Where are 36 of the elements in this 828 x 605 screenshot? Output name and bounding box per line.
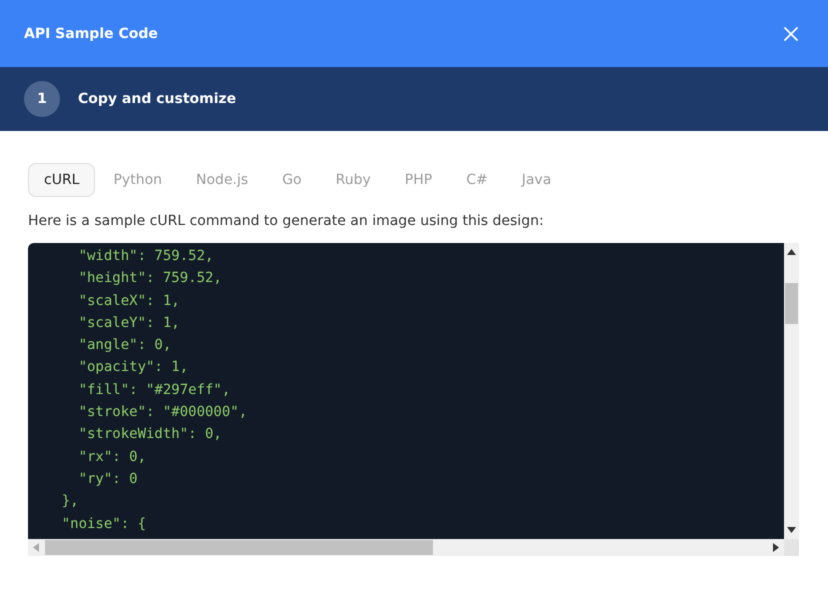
scrollbar-thumb[interactable] [45,540,433,555]
close-button[interactable] [782,24,800,42]
code-line: "scaleX": 1, [78,292,181,311]
code-line: "opacity": 1, [78,358,190,378]
dialog-title: API Sample Code [24,26,158,42]
language-tab[interactable]: cURL [28,163,96,197]
step-title: Copy and customize [78,91,236,107]
language-tab[interactable]: PHP [388,163,448,197]
scrollbar-thumb[interactable] [785,283,798,324]
close-icon [784,26,798,40]
scroll-up-icon[interactable] [787,249,796,255]
code-line: }, [60,492,80,512]
description-text: Here is a sample cURL command to generate an image using this design: [28,213,545,229]
code-line: "rx": 0, [78,448,148,467]
scroll-down-icon[interactable] [787,527,796,533]
code-line: "strokeWidth": 0, [78,425,223,444]
language-tab[interactable]: Python [97,163,178,197]
code-line: "ry": 0 [78,470,139,489]
language-tab[interactable]: Ruby [320,163,387,197]
code-line: "width": 759.52, [78,247,214,266]
language-tab[interactable]: Node.js [180,163,264,197]
step-number: 1 [24,81,60,117]
code-line: "noise": { [60,514,148,534]
language-tab[interactable]: Java [506,163,568,197]
language-tab[interactable]: Go [266,163,318,197]
code-line: "stroke": "#000000", [78,403,248,422]
code-line: "height": 759.52, [78,269,223,288]
code-line: "angle": 0, [78,336,172,356]
code-line: "scaleY": 1, [78,314,181,333]
language-tab[interactable]: C# [450,163,504,197]
code-line: "fill": "#297eff", [78,380,232,400]
horizontal-scrollbar[interactable] [28,539,784,556]
scroll-left-icon[interactable] [33,543,39,552]
vertical-scrollbar[interactable] [784,243,799,539]
scrollbar-corner [784,539,799,556]
scroll-right-icon[interactable] [773,543,779,552]
